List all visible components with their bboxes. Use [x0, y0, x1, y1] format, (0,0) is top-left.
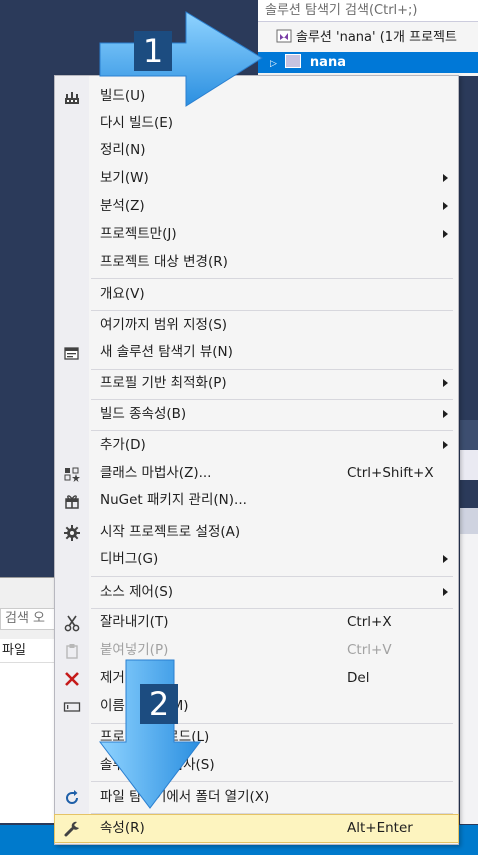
callout-arrow-down-icon: [98, 659, 202, 809]
step-2-badge: 2: [140, 684, 178, 724]
